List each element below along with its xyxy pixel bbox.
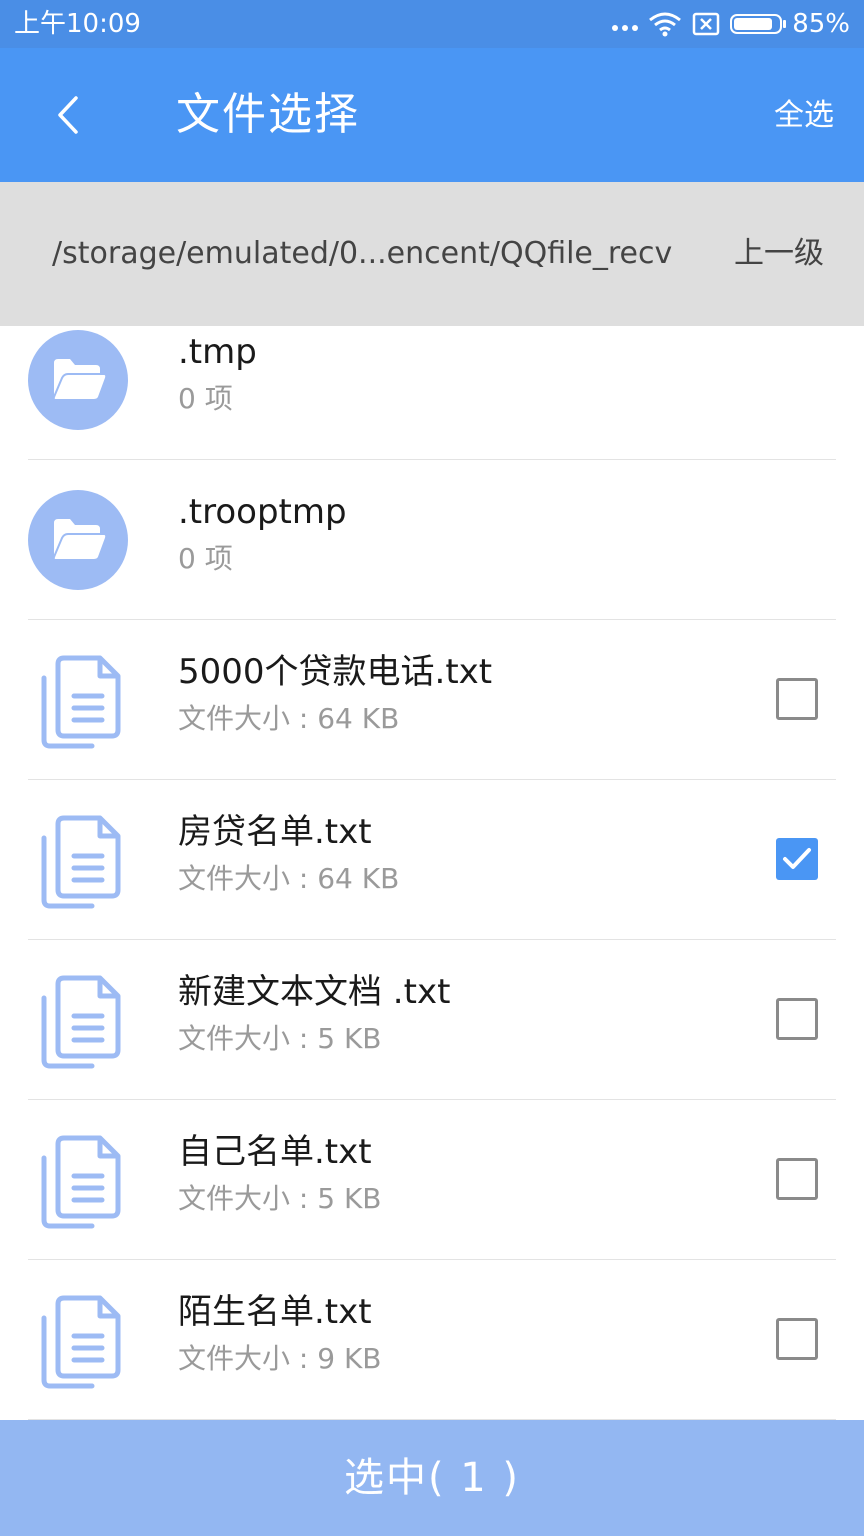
- file-row[interactable]: 房贷名单.txt 文件大小 : 64 KB: [0, 780, 864, 940]
- select-all-button[interactable]: 全选: [774, 94, 834, 138]
- back-button[interactable]: [40, 78, 100, 152]
- confirm-selection-button[interactable]: 选中( 1 ): [0, 1420, 864, 1536]
- document-icon: [38, 814, 128, 910]
- document-icon: [38, 654, 128, 750]
- folder-row[interactable]: .trooptmp 0 项: [0, 460, 864, 620]
- checkbox[interactable]: [776, 678, 818, 720]
- file-list-items: .tmp 0 项 .trooptmp 0 项 5000个贷款电话.txt 文件大小 : 6…: [0, 326, 864, 1420]
- file-name: .trooptmp: [178, 492, 347, 532]
- file-name: 陌生名单.txt: [178, 1292, 372, 1332]
- file-name: .tmp: [178, 332, 257, 372]
- document-icon: [38, 974, 128, 1070]
- checkbox-checked[interactable]: [776, 838, 818, 880]
- path-bar: /storage/emulated/0...encent/QQfile_recv…: [0, 182, 864, 326]
- app-bar: 文件选择 全选: [0, 48, 864, 182]
- folder-icon: [28, 490, 128, 590]
- file-name: 房贷名单.txt: [178, 812, 372, 852]
- page-title: 文件选择: [176, 89, 360, 140]
- no-sim-icon: [692, 12, 720, 36]
- item-count: 0 项: [178, 382, 233, 415]
- wifi-icon: [649, 12, 682, 37]
- battery-percent: 85%: [792, 9, 850, 39]
- status-time: 上午10:09: [14, 9, 141, 39]
- up-level-button[interactable]: 上一级: [734, 234, 824, 274]
- file-size: 文件大小 : 64 KB: [178, 702, 400, 735]
- file-picker-screen: 上午10:09 85% 文件选择 全选 /storage/emulated/0.…: [0, 0, 864, 1536]
- file-name: 新建文本文档 .txt: [178, 972, 451, 1012]
- folder-icon: [28, 330, 128, 430]
- file-list[interactable]: .tmp 0 项 .trooptmp 0 项 5000个贷款电话.txt 文件大小 : 6…: [0, 326, 864, 1420]
- file-row[interactable]: 新建文本文档 .txt 文件大小 : 5 KB: [0, 940, 864, 1100]
- file-name: 5000个贷款电话.txt: [178, 652, 493, 692]
- battery-icon: [730, 14, 787, 34]
- current-path: /storage/emulated/0...encent/QQfile_recv: [52, 236, 673, 271]
- item-count: 0 项: [178, 542, 233, 575]
- folder-row[interactable]: .tmp 0 项: [0, 326, 864, 460]
- document-icon: [38, 1294, 128, 1390]
- status-icons: 85%: [612, 8, 850, 40]
- checkbox[interactable]: [776, 1318, 818, 1360]
- document-icon: [38, 1134, 128, 1230]
- file-row[interactable]: 5000个贷款电话.txt 文件大小 : 64 KB: [0, 620, 864, 780]
- checkbox[interactable]: [776, 998, 818, 1040]
- more-dots-icon: [612, 25, 639, 31]
- file-name: 自己名单.txt: [178, 1132, 372, 1172]
- file-size: 文件大小 : 5 KB: [178, 1022, 382, 1055]
- chevron-left-icon: [58, 96, 78, 134]
- file-size: 文件大小 : 5 KB: [178, 1182, 382, 1215]
- checkbox[interactable]: [776, 1158, 818, 1200]
- file-row[interactable]: 自己名单.txt 文件大小 : 5 KB: [0, 1100, 864, 1260]
- file-size: 文件大小 : 64 KB: [178, 862, 400, 895]
- status-bar: 上午10:09 85%: [0, 0, 864, 48]
- file-row[interactable]: 陌生名单.txt 文件大小 : 9 KB: [0, 1260, 864, 1420]
- battery-fill: [734, 18, 772, 30]
- file-size: 文件大小 : 9 KB: [178, 1342, 382, 1375]
